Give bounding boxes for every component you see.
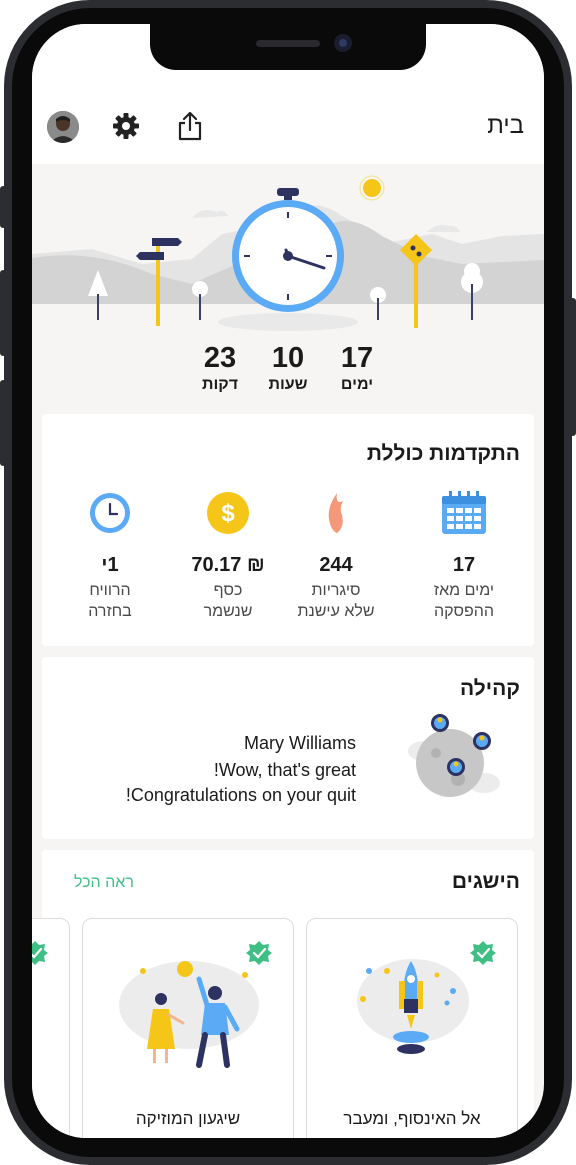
- achievements-card: הישגים ראה הכל אל האינסוף, ומעבר שיגעון …: [32, 850, 534, 1138]
- app-screen: בית 17 ימים 10 שעות 23 דקות התקדמות כולל…: [32, 24, 544, 1138]
- landscape-illustration: [32, 175, 544, 344]
- volume-up-button: [0, 270, 6, 356]
- stat-time-value: 1י: [101, 554, 119, 576]
- achievements-title: הישגים: [451, 870, 520, 893]
- avatar[interactable]: [47, 111, 79, 143]
- elapsed-counters: 17 ימים 10 שעות 23 דקות: [32, 342, 544, 402]
- dancing-couple-illustration: [119, 941, 272, 1068]
- rocket-illustration: [357, 941, 496, 1054]
- progress-title: התקדמות כוללת: [366, 442, 520, 465]
- community-message-line-1: Wow, that's great!: [213, 760, 356, 780]
- progress-card[interactable]: התקדמות כוללת 17 ימים מאז ההפסקה 244 סיג…: [42, 414, 534, 646]
- minutes-label: דקות: [201, 376, 239, 393]
- hours-value: 10: [271, 342, 305, 374]
- community-illustration: [396, 713, 504, 808]
- achievement-card-partial[interactable]: [32, 918, 70, 1138]
- community-post-message: Wow, that's great! Congratulations on yo…: [126, 758, 356, 808]
- check-badge-icon: [32, 941, 48, 965]
- achievement-label-music-madness: שיגעון המוזיקה: [135, 1109, 241, 1128]
- achievement-card-to-infinity[interactable]: אל האינסוף, ומעבר: [306, 918, 518, 1138]
- volume-down-button: [0, 380, 6, 466]
- days-value: 17: [340, 342, 374, 374]
- community-post-author: Mary Williams: [244, 733, 356, 753]
- hours-label: שעות: [268, 376, 308, 393]
- power-button: [570, 298, 576, 436]
- achievement-label-to-infinity: אל האינסוף, ומעבר: [343, 1109, 481, 1128]
- stat-time-label-1: הרוויח: [89, 582, 131, 599]
- counter-minutes: 23 דקות: [185, 342, 255, 394]
- community-card[interactable]: קהילה Mary Williams Wow, that's great! C…: [42, 657, 534, 839]
- minutes-value: 23: [203, 342, 237, 374]
- mute-switch: [0, 186, 6, 228]
- dollar-coin-icon: $: [172, 490, 284, 536]
- svg-text:$: $: [221, 500, 235, 527]
- flame-icon: [280, 490, 392, 536]
- front-camera: [334, 34, 352, 52]
- community-message-line-2: Congratulations on your quit!: [125, 785, 356, 805]
- stat-money-value: ₪ 70.17: [191, 554, 265, 576]
- check-badge-icon: [470, 941, 496, 965]
- share-icon[interactable]: [176, 110, 204, 147]
- check-badge-icon: [246, 941, 272, 965]
- stat-cigarettes-label-1: סיגריות: [311, 582, 361, 599]
- clock-icon: [54, 490, 166, 536]
- stat-days-since-quit: 17 ימים מאז ההפסקה: [408, 490, 520, 622]
- stat-cigarettes-label-2: שלא עישנת: [297, 603, 375, 620]
- stat-days-value: 17: [452, 554, 476, 576]
- stat-time-label-2: בחזרה: [88, 603, 132, 620]
- stat-money-saved: $ ₪ 70.17 כסף שנשמר: [172, 490, 284, 622]
- page-title: בית: [487, 112, 524, 139]
- gear-icon[interactable]: [112, 112, 140, 145]
- see-all-link[interactable]: ראה הכל: [74, 874, 134, 892]
- stat-money-label-1: כסף: [213, 582, 243, 599]
- stat-cigarettes-value: 244: [319, 554, 353, 576]
- counter-days: 17 ימים: [322, 342, 392, 394]
- calendar-icon: [408, 490, 520, 536]
- community-title: קהילה: [459, 677, 520, 700]
- stat-cigarettes-not-smoked: 244 סיגריות שלא עישנת: [280, 490, 392, 622]
- days-label: ימים: [340, 376, 374, 393]
- stat-money-label-2: שנשמר: [203, 603, 253, 620]
- achievement-card-music-madness[interactable]: שיגעון המוזיקה: [82, 918, 294, 1138]
- speaker: [256, 40, 320, 47]
- stat-days-label-1: ימים מאז: [433, 582, 495, 599]
- counter-hours: 10 שעות: [253, 342, 323, 394]
- stat-time-regained: 1י הרוויח בחזרה: [54, 490, 166, 622]
- notch: [150, 24, 426, 70]
- stat-days-label-2: ההפסקה: [433, 603, 495, 620]
- partial-achievement-illustration: [32, 941, 48, 965]
